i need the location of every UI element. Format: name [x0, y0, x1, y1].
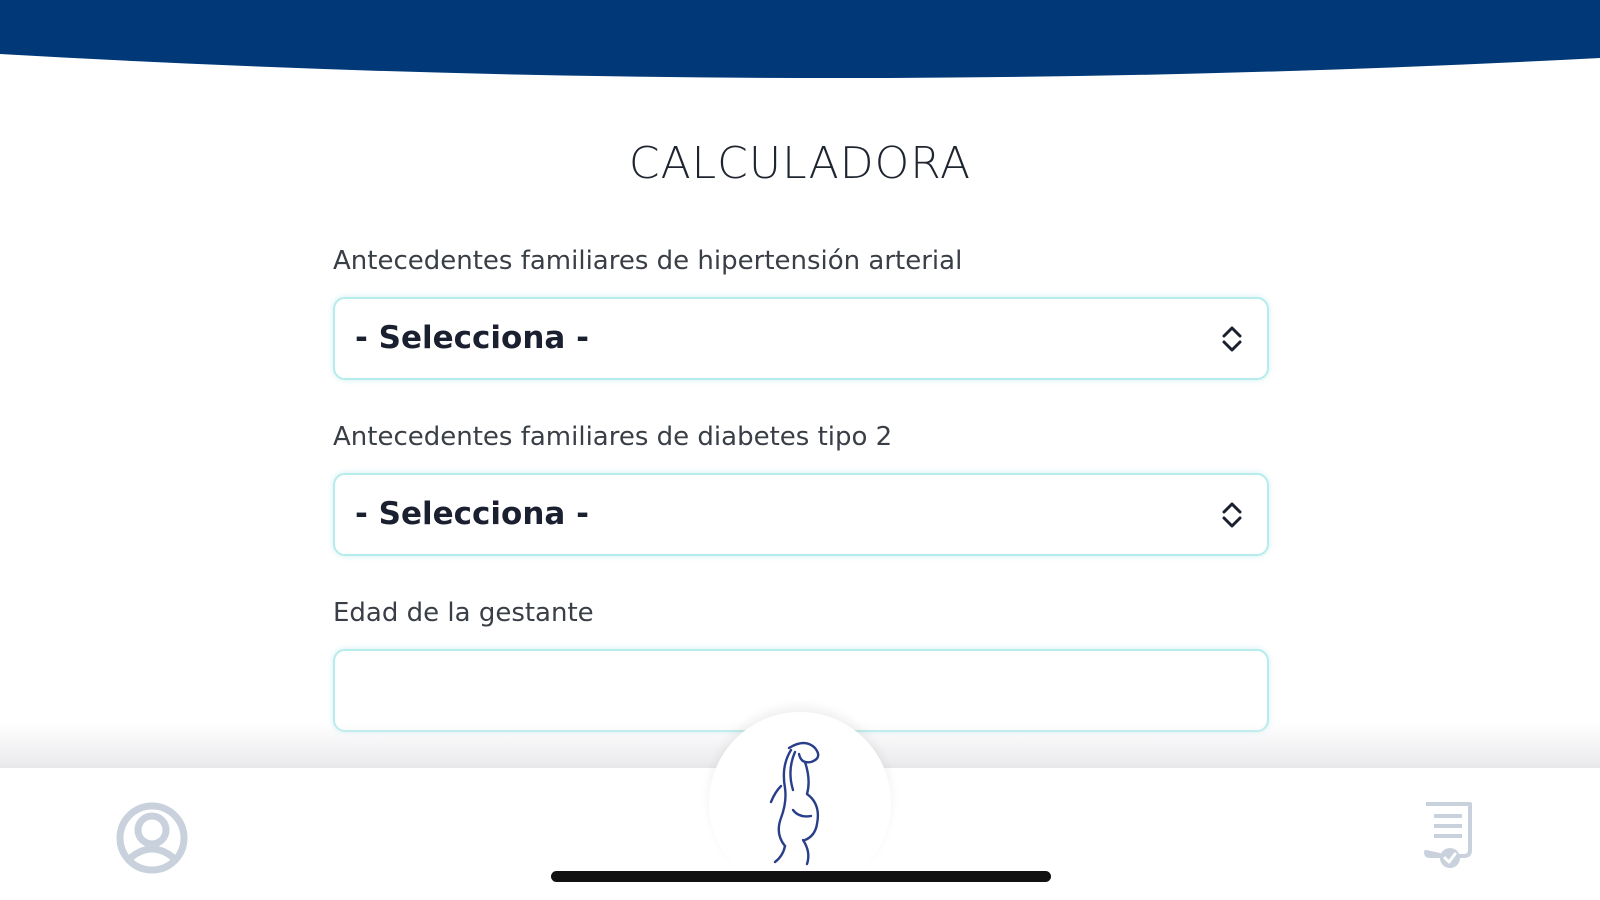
diabetes-history-value: - Selecciona - — [355, 496, 589, 532]
header-banner — [0, 0, 1600, 79]
mother-age-label: Edad de la gestante — [333, 598, 594, 628]
pregnant-woman-logo-icon[interactable] — [745, 740, 845, 868]
hypertension-history-select[interactable]: - Selecciona - — [333, 297, 1269, 380]
user-profile-icon[interactable] — [114, 802, 190, 874]
report-check-icon[interactable] — [1420, 800, 1476, 870]
page-title: CALCULADORA — [628, 138, 972, 189]
chevron-up-down-icon — [1222, 326, 1242, 352]
diabetes-history-label: Antecedentes familiares de diabetes tipo… — [333, 422, 893, 452]
chevron-up-down-icon — [1222, 502, 1242, 528]
home-indicator — [551, 871, 1051, 882]
hypertension-history-value: - Selecciona - — [355, 320, 589, 356]
diabetes-history-select[interactable]: - Selecciona - — [333, 473, 1269, 556]
hypertension-history-label: Antecedentes familiares de hipertensión … — [333, 246, 963, 276]
